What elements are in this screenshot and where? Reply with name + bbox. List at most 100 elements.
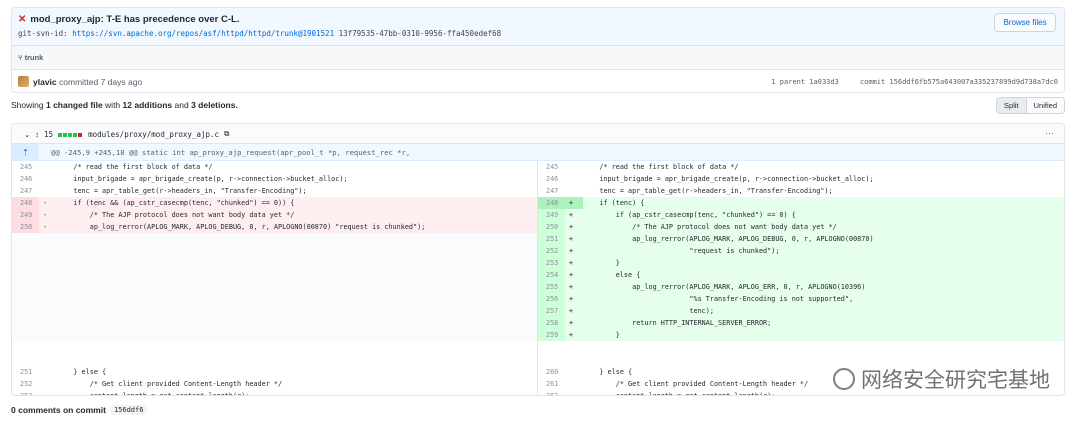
diff-row: 249 + if (ap_cstr_casecmp(tenc, "chunked"… [538,209,1064,221]
diff-row: 245 /* read the first block of data */ [12,161,537,173]
comments-label: 0 comments on commit [11,405,106,415]
line-number[interactable]: 248 [12,197,39,209]
diff-marker [39,161,57,173]
diff-row: 252 + "request is chunked"); [538,245,1064,257]
diff-row: 252 /* Get client provided Content-Lengt… [12,378,537,390]
file-menu-icon[interactable]: ··· [1045,128,1054,138]
diff-row [12,269,537,281]
line-number[interactable]: 253 [538,257,565,269]
diff-row: 250- ap_log_rerror(APLOG_MARK, APLOG_DEB… [12,221,537,233]
commit-title-bar: ✕ mod_proxy_ajp: T-E has precedence over… [12,8,1064,46]
diff-row [12,305,537,317]
diff-row: 245 /* read the first block of data */ [538,161,1064,173]
split-view-button[interactable]: Split [997,98,1027,113]
diff-marker: + [569,211,574,219]
diff-marker: + [569,223,574,231]
line-number[interactable]: 255 [538,281,565,293]
diff-marker [565,161,583,173]
diff-row: 247 tenc = apr_table_get(r->headers_in, … [12,185,537,197]
diff-marker: + [569,271,574,279]
line-number[interactable]: 252 [538,245,565,257]
branch-icon: ⑂ [18,53,23,62]
hunk-header: ⇡ @@ -245,9 +245,18 @@ static int ap_pro… [12,143,1064,161]
diff-row: 251 } else { [12,366,537,378]
line-number[interactable]: 256 [538,293,565,305]
diff-marker [39,366,57,378]
diff-summary: Showing 1 changed file with 12 additions… [11,100,238,110]
code-line: content_length = get_content_length(r); [57,392,250,396]
diff-row: 246 input_brigade = apr_brigade_create(p… [12,173,537,185]
code-line: "request is chunked"); [583,247,780,255]
line-number[interactable]: 248 [538,197,565,209]
line-number[interactable]: 252 [12,378,39,390]
line-number[interactable]: 249 [538,209,565,221]
diff-row: 253 + } [538,257,1064,269]
changed-files-toggle[interactable]: 1 changed file [46,100,103,110]
hunk-text: @@ -245,9 +245,18 @@ static int ap_proxy… [51,147,411,157]
deletions-count: 3 deletions. [191,100,238,110]
line-number[interactable]: 247 [12,185,39,197]
branch-name: trunk [24,53,44,62]
diff-row: 249- /* The AJP protocol does not want b… [12,209,537,221]
diff-right-pane: 245 /* read the first block of data */24… [538,161,1064,366]
diff-marker: - [43,211,48,219]
diff-marker [565,185,583,197]
code-line: input_brigade = apr_brigade_create(p, r-… [57,175,348,183]
avatar[interactable] [18,76,29,87]
code-line: /* read the first block of data */ [57,163,213,171]
code-line: } [583,331,620,339]
parent-sha-link[interactable]: 1a033d3 [809,78,839,86]
code-line: tenc = apr_table_get(r->headers_in, "Tra… [583,187,833,195]
line-number[interactable]: 249 [12,209,39,221]
author-name[interactable]: ylavic [33,77,57,87]
author-row: ylavic committed 7 days ago 1 parent 1a0… [12,70,1064,94]
failed-status-icon[interactable]: ✕ [18,14,26,25]
watermark-logo-icon [833,368,855,390]
svn-uuid: 13f79535-47bb-0310-9956-ffa450edef68 [338,29,502,38]
line-number[interactable]: 260 [538,366,565,378]
file-path[interactable]: modules/proxy/mod_proxy_ajp.c [88,130,219,139]
line-number[interactable]: 246 [538,173,565,185]
svn-url-link[interactable]: https://svn.apache.org/repos/asf/httpd/h… [72,29,334,38]
line-number[interactable]: 253 [12,390,39,395]
copy-path-icon[interactable]: ⧉ [224,129,229,139]
code-line: /* read the first block of data */ [583,163,739,171]
expand-up-icon[interactable]: ⇡ [12,143,39,161]
line-number[interactable]: 254 [538,269,565,281]
line-number[interactable]: 259 [538,329,565,341]
line-number[interactable]: 247 [538,185,565,197]
line-number[interactable]: 258 [538,317,565,329]
expand-all-icon[interactable]: ↕ [35,130,39,139]
line-number[interactable]: 251 [12,366,39,378]
line-number[interactable]: 257 [538,305,565,317]
diff-marker: + [565,197,583,209]
line-number[interactable]: 250 [12,221,39,233]
unified-view-button[interactable]: Unified [1026,98,1064,113]
line-number[interactable]: 245 [12,161,39,173]
split-diff: 245 /* read the first block of data */24… [12,161,1064,366]
diff-marker [565,173,583,185]
diff-row [12,329,537,341]
line-number[interactable]: 261 [538,378,565,390]
collapse-chevron-icon[interactable]: ⌄ [24,130,30,139]
branch-row: ⑂ trunk [12,46,1064,70]
commit-title: ✕ mod_proxy_ajp: T-E has precedence over… [18,14,239,25]
line-number[interactable]: 251 [538,233,565,245]
diff-row [12,317,537,329]
line-number[interactable]: 246 [12,173,39,185]
code-line: tenc = apr_table_get(r->headers_in, "Tra… [57,187,307,195]
comments-sha[interactable]: 156ddf6 [109,405,148,415]
code-line: else { [583,271,641,279]
line-number[interactable]: 245 [538,161,565,173]
diff-marker [39,390,57,395]
diff-row [12,257,537,269]
summary-with: with [105,100,121,110]
code-line: input_brigade = apr_brigade_create(p, r-… [583,175,874,183]
line-number[interactable]: 262 [538,390,565,395]
diffstat-bar [58,130,83,139]
line-number[interactable]: 250 [538,221,565,233]
branch-label[interactable]: ⑂ trunk [18,53,43,62]
code-line: return HTTP_INTERNAL_SERVER_ERROR; [583,319,772,327]
file-header: ⌄ ↕ 15 modules/proxy/mod_proxy_ajp.c ⧉ ·… [12,124,1064,144]
browse-files-button[interactable]: Browse files [994,13,1056,32]
